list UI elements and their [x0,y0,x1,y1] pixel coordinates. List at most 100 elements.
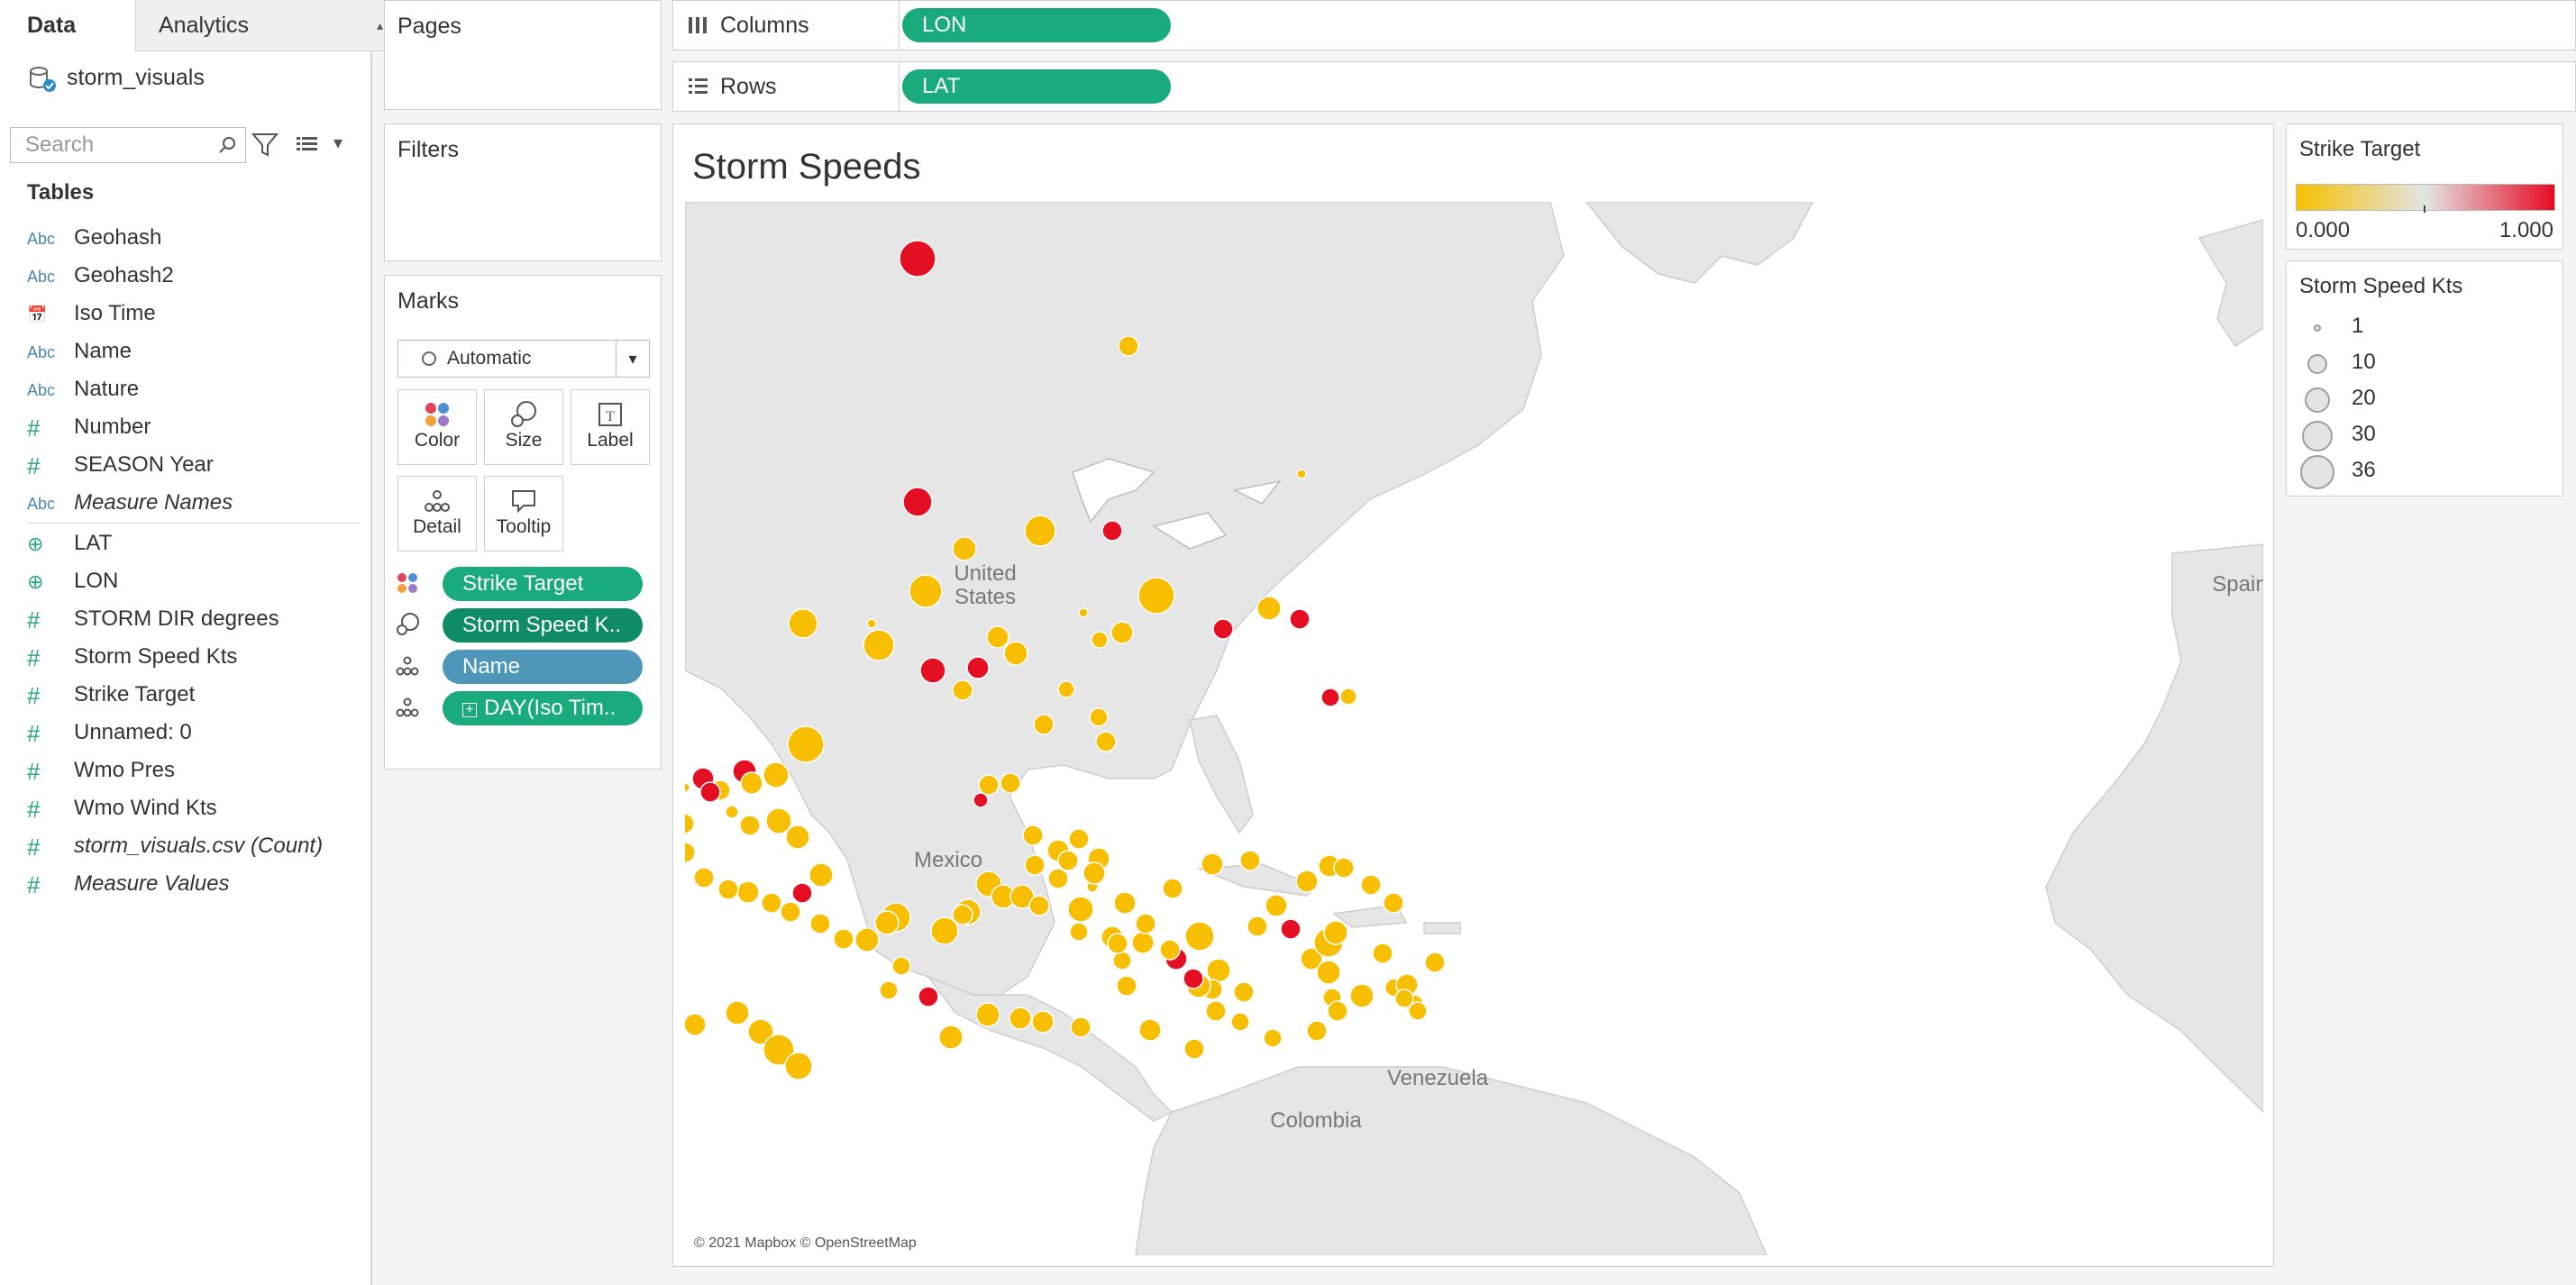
field-iso-time[interactable]: 📅 Iso Time [27,296,361,331]
storm-point[interactable] [1057,850,1079,871]
storm-point[interactable] [808,862,834,888]
storm-point[interactable] [1233,981,1255,1003]
storm-point[interactable] [763,761,790,788]
storm-point[interactable] [1360,874,1382,896]
storm-point[interactable] [788,608,818,639]
columns-shelf[interactable]: Columns LON [672,0,2576,50]
map-attribution[interactable]: © 2021 Mapbox © OpenStreetMap [694,1235,917,1251]
tooltip-button[interactable]: Tooltip [484,476,563,551]
map-svg[interactable]: United States Mexico Venezuela Colombia S… [350,201,2268,1256]
field-season-year[interactable]: # SEASON Year [27,448,361,482]
storm-point[interactable] [1289,608,1311,630]
storm-point[interactable] [1116,975,1137,997]
storm-point[interactable] [683,1013,707,1036]
storm-point[interactable] [784,1052,813,1080]
view-list-icon[interactable] [294,132,321,159]
storm-point[interactable] [1089,707,1109,727]
storm-point[interactable] [1070,1016,1092,1038]
storm-point[interactable] [740,771,763,795]
storm-point[interactable] [1184,921,1215,952]
storm-point[interactable] [739,815,761,836]
storm-point[interactable] [1112,951,1132,971]
storm-point[interactable] [1101,520,1123,542]
storm-point[interactable] [1138,1018,1162,1042]
storm-point[interactable] [1003,641,1028,666]
field-storm-dir-degrees[interactable]: # STORM DIR degrees [27,602,361,636]
storm-point[interactable] [919,657,946,684]
storm-point[interactable] [1057,680,1075,698]
storm-point[interactable] [780,901,801,923]
storm-point[interactable] [1009,1007,1032,1030]
storm-point[interactable] [1000,772,1021,794]
storm-point[interactable] [1349,983,1375,1008]
storm-point[interactable] [680,782,690,793]
storm-point[interactable] [879,980,899,1000]
storm-point[interactable] [1091,631,1109,649]
storm-point[interactable] [809,913,831,934]
field-storm-speed-kts[interactable]: # Storm Speed Kts [27,640,361,674]
storm-point[interactable] [1068,828,1090,850]
storm-point[interactable] [1320,688,1340,707]
storm-point[interactable] [1110,621,1134,644]
storm-point[interactable] [909,574,943,608]
datasource[interactable]: storm_visuals [27,59,205,96]
storm-point[interactable] [1031,1010,1055,1034]
storm-point[interactable] [1047,868,1069,889]
storm-point[interactable] [1183,1038,1205,1060]
pill-lon[interactable]: LON [902,8,1171,42]
storm-point[interactable] [1107,933,1128,954]
filter-icon[interactable] [251,131,279,159]
storm-point[interactable] [1162,878,1183,899]
color-button[interactable]: Color [397,389,477,465]
detail-button[interactable]: Detail [397,476,477,551]
storm-point[interactable] [1372,943,1393,964]
map[interactable]: United States Mexico Venezuela Colombia S… [350,201,2268,1256]
storm-point[interactable] [1339,688,1357,706]
storm-point[interactable] [978,774,1000,796]
storm-point[interactable] [1135,913,1156,934]
storm-point[interactable] [874,910,900,935]
color-legend[interactable]: Strike Target 0.000 1.000 [2286,123,2563,250]
storm-point[interactable] [938,1025,964,1050]
storm-point[interactable] [1205,1000,1227,1022]
field-name[interactable]: Abc Name [27,334,361,369]
view-title[interactable]: Storm Speeds [692,147,920,187]
storm-point[interactable] [1067,896,1094,923]
storm-point[interactable] [1296,469,1307,479]
storm-point[interactable] [1247,916,1268,937]
pill-name[interactable]: Name [443,650,643,684]
storm-point[interactable] [863,629,895,661]
storm-point[interactable] [761,892,782,914]
storm-point[interactable] [918,986,939,1007]
pill-storm-speed[interactable]: Storm Speed K.. [443,608,643,642]
storm-point[interactable] [1078,607,1089,618]
field-unnamed-0[interactable]: # Unnamed: 0 [27,715,361,750]
pill-day-iso-time[interactable]: + DAY(Iso Tim.. [443,691,643,725]
storm-point[interactable] [1118,335,1139,357]
field-number[interactable]: # Number [27,410,361,444]
storm-point[interactable] [791,882,813,904]
chevron-down-icon[interactable]: ▾ [333,132,343,154]
field-measure-values[interactable]: # Measure Values [27,867,361,901]
field-storm-visuals-csv-count[interactable]: # storm_visuals.csv (Count) [27,829,361,863]
storm-point[interactable] [986,625,1009,649]
storm-point[interactable] [1263,1028,1283,1048]
search-input[interactable]: Search [10,127,246,163]
storm-point[interactable] [1183,968,1204,989]
storm-point[interactable] [1022,825,1044,846]
storm-point[interactable] [952,679,973,701]
storm-point[interactable] [1394,989,1414,1008]
storm-point[interactable] [975,1002,1000,1027]
storm-point[interactable] [1256,596,1282,621]
size-legend[interactable]: Storm Speed Kts 1 10 20 30 36 [2286,260,2563,497]
field-wmo-pres[interactable]: # Wmo Pres [27,753,361,788]
field-wmo-wind-kts[interactable]: # Wmo Wind Kts [27,791,361,825]
storm-point[interactable] [1028,895,1050,916]
field-lat[interactable]: ⊕ LAT [27,526,361,560]
storm-point[interactable] [765,807,792,834]
field-geohash2[interactable]: Abc Geohash2 [27,259,361,293]
filters-shelf[interactable]: Filters [384,123,662,261]
field-lon[interactable]: ⊕ LON [27,564,361,598]
storm-point[interactable] [717,879,739,900]
storm-point[interactable] [891,956,911,976]
